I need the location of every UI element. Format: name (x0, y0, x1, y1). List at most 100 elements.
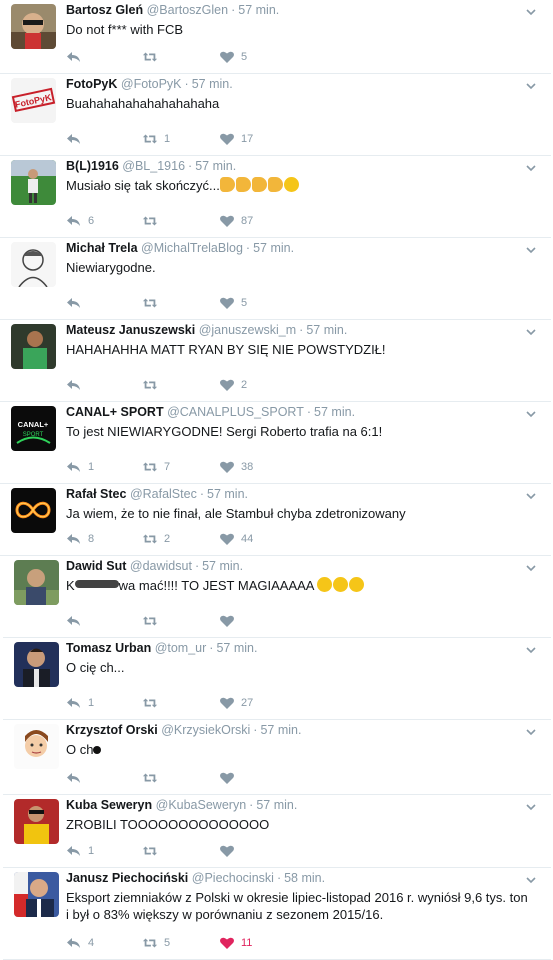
chevron-down-icon[interactable] (525, 242, 537, 254)
display-name[interactable]: Kuba Seweryn (66, 798, 152, 812)
timestamp[interactable]: 57 min. (238, 3, 279, 17)
user-handle[interactable]: @KubaSeweryn (156, 798, 247, 812)
chevron-down-icon[interactable] (525, 799, 537, 811)
chevron-down-icon[interactable] (525, 560, 537, 572)
chevron-down-icon[interactable] (525, 406, 537, 418)
timestamp[interactable]: 57 min. (306, 323, 347, 337)
like-button[interactable]: 38 (219, 459, 253, 475)
tweet[interactable]: Krzysztof Orski @KrzysiekOrski · 57 min. O … (3, 720, 551, 795)
tweet[interactable]: Bartosz Gleń @BartoszGlen · 57 min. Do not … (0, 0, 551, 74)
user-handle[interactable]: @dawidsut (130, 559, 192, 573)
user-handle[interactable]: @januszewski_m (199, 323, 296, 337)
user-handle[interactable]: @CANALPLUS_SPORT (167, 405, 304, 419)
avatar[interactable]: FotoPyK (11, 78, 56, 123)
avatar[interactable] (11, 4, 56, 49)
avatar[interactable] (14, 560, 59, 605)
retweet-button[interactable]: 2 (142, 531, 170, 547)
tweet[interactable]: CANAL+ SPORT CANAL+ SPORT @CANALPLUS_SPORT… (0, 402, 551, 484)
tweet[interactable]: Dawid Sut @dawidsut · 57 min. Kwa mać!!!! T… (3, 556, 551, 638)
display-name[interactable]: Mateusz Januszewski (66, 323, 195, 337)
timestamp[interactable]: 57 min. (195, 159, 236, 173)
tweet[interactable]: Janusz Piechociński @Piechocinski · 58 min… (3, 868, 551, 960)
display-name[interactable]: Michał Trela (66, 241, 138, 255)
avatar[interactable] (11, 488, 56, 533)
avatar[interactable] (14, 724, 59, 769)
user-handle[interactable]: @BartoszGlen (147, 3, 228, 17)
retweet-button[interactable] (142, 770, 164, 786)
user-handle[interactable]: @FotoPyK (121, 77, 182, 91)
like-button[interactable]: 2 (219, 377, 247, 393)
display-name[interactable]: Dawid Sut (66, 559, 126, 573)
reply-button[interactable]: 4 (66, 935, 94, 951)
tweet[interactable]: B(L)1916 @BL_1916 · 57 min. Musiało się tak… (0, 156, 551, 238)
reply-button[interactable]: 6 (66, 213, 94, 229)
retweet-button[interactable]: 1 (142, 131, 170, 147)
retweet-button[interactable] (142, 695, 164, 711)
avatar[interactable] (14, 642, 59, 687)
reply-button[interactable] (66, 49, 88, 65)
tweet[interactable]: Rafał Stec @RafalStec · 57 min. Ja wiem, że… (0, 484, 551, 556)
timestamp[interactable]: 57 min. (256, 798, 297, 812)
user-handle[interactable]: @RafalStec (130, 487, 197, 501)
reply-button[interactable]: 1 (66, 459, 94, 475)
reply-button[interactable] (66, 295, 88, 311)
chevron-down-icon[interactable] (525, 488, 537, 500)
avatar[interactable]: CANAL+ SPORT (11, 406, 56, 451)
display-name[interactable]: Janusz Piechociński (66, 871, 188, 885)
reply-button[interactable]: 1 (66, 843, 94, 859)
tweet[interactable]: Michał Trela @MichalTrelaBlog · 57 min. Nie… (0, 238, 551, 320)
chevron-down-icon[interactable] (525, 324, 537, 336)
like-button[interactable]: 11 (219, 935, 252, 951)
chevron-down-icon[interactable] (525, 872, 537, 884)
chevron-down-icon[interactable] (525, 4, 537, 16)
like-button[interactable]: 17 (219, 131, 253, 147)
avatar[interactable] (11, 160, 56, 205)
like-button[interactable]: 5 (219, 295, 247, 311)
timestamp[interactable]: 58 min. (284, 871, 325, 885)
retweet-button[interactable]: 5 (142, 935, 170, 951)
retweet-button[interactable] (142, 295, 164, 311)
user-handle[interactable]: @tom_ur (155, 641, 207, 655)
timestamp[interactable]: 57 min. (260, 723, 301, 737)
display-name[interactable]: Krzysztof Orski (66, 723, 158, 737)
timestamp[interactable]: 57 min. (202, 559, 243, 573)
user-handle[interactable]: @Piechocinski (192, 871, 274, 885)
display-name[interactable]: Rafał Stec (66, 487, 126, 501)
reply-button[interactable] (66, 377, 88, 393)
display-name[interactable]: CANAL+ SPORT (66, 405, 164, 419)
user-handle[interactable]: @MichalTrelaBlog (141, 241, 243, 255)
reply-button[interactable] (66, 131, 88, 147)
display-name[interactable]: B(L)1916 (66, 159, 119, 173)
avatar[interactable] (11, 324, 56, 369)
tweet[interactable]: Tomasz Urban @tom_ur · 57 min. O cię ch... 1… (3, 638, 551, 720)
reply-button[interactable]: 8 (66, 531, 94, 547)
user-handle[interactable]: @KrzysiekOrski (161, 723, 250, 737)
retweet-button[interactable] (142, 213, 164, 229)
avatar[interactable] (14, 799, 59, 844)
timestamp[interactable]: 57 min. (216, 641, 257, 655)
chevron-down-icon[interactable] (525, 160, 537, 172)
tweet[interactable]: Mateusz Januszewski @januszewski_m · 57 mi… (0, 320, 551, 402)
reply-button[interactable] (66, 770, 88, 786)
retweet-button[interactable] (142, 613, 164, 629)
timestamp[interactable]: 57 min. (192, 77, 233, 91)
like-button[interactable]: 27 (219, 695, 253, 711)
retweet-button[interactable]: 7 (142, 459, 170, 475)
like-button[interactable] (219, 843, 241, 859)
retweet-button[interactable] (142, 377, 164, 393)
timestamp[interactable]: 57 min. (314, 405, 355, 419)
like-button[interactable]: 87 (219, 213, 253, 229)
retweet-button[interactable] (142, 843, 164, 859)
like-button[interactable] (219, 770, 241, 786)
tweet[interactable]: Kuba Seweryn @KubaSeweryn · 57 min. ZROBILI… (3, 795, 551, 868)
like-button[interactable]: 5 (219, 49, 247, 65)
retweet-button[interactable] (142, 49, 164, 65)
avatar[interactable] (14, 872, 59, 917)
reply-button[interactable] (66, 613, 88, 629)
chevron-down-icon[interactable] (525, 78, 537, 90)
timestamp[interactable]: 57 min. (253, 241, 294, 255)
like-button[interactable] (219, 613, 241, 629)
avatar[interactable] (11, 242, 56, 287)
display-name[interactable]: Tomasz Urban (66, 641, 151, 655)
display-name[interactable]: Bartosz Gleń (66, 3, 143, 17)
